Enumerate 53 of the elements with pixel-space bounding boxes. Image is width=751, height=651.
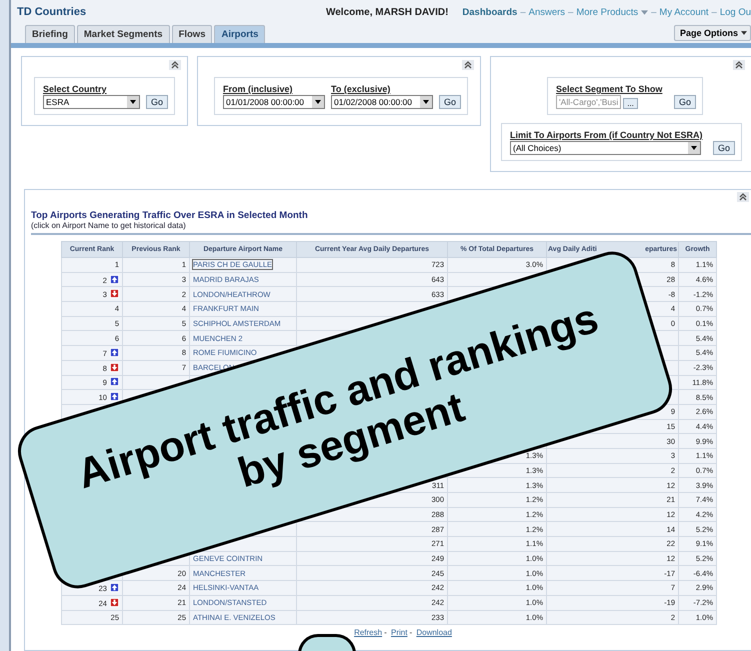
- tab[interactable]: Briefing: [25, 25, 75, 43]
- nav-link[interactable]: Log Ou: [720, 6, 751, 18]
- report-title: Top Airports Generating Traffic Over ESRA in Selected Month: [31, 210, 309, 221]
- go-button[interactable]: Go: [146, 95, 168, 109]
- nav-link[interactable]: Dashboards: [462, 6, 518, 18]
- down-arrow-icon: [110, 362, 119, 372]
- collapse-icon[interactable]: [462, 60, 474, 70]
- caret-icon: [741, 31, 747, 35]
- report-subtitle: (click on Airport Name to get historical data): [31, 221, 187, 230]
- separator: –: [712, 6, 717, 18]
- footer-link[interactable]: Refresh: [354, 628, 382, 638]
- dropdown[interactable]: (All Choices): [510, 141, 702, 155]
- footer-link[interactable]: Download: [416, 628, 452, 638]
- up-arrow-icon: [110, 392, 119, 402]
- caret-icon: [641, 10, 648, 14]
- nav-link[interactable]: More Products: [576, 6, 638, 18]
- nav-link[interactable]: Answers: [528, 6, 566, 18]
- footer-link[interactable]: Print: [390, 628, 408, 638]
- tab[interactable]: Airports: [214, 25, 266, 43]
- prompt-label: Select Segment To Show: [556, 84, 664, 94]
- separator: –: [568, 6, 574, 18]
- tab[interactable]: Flows: [172, 25, 212, 43]
- up-arrow-icon: [110, 377, 119, 386]
- welcome-text: Welcome, MARSH DAVID!: [326, 6, 448, 18]
- up-arrow-icon: [110, 348, 119, 357]
- go-button[interactable]: Go: [674, 95, 696, 109]
- dropdown[interactable]: ESRA: [43, 95, 140, 109]
- prompt-label: Select Country: [43, 84, 108, 94]
- prompt-label: From (inclusive): [223, 84, 294, 94]
- nav-link[interactable]: My Account: [659, 6, 709, 18]
- prompt-label: Limit To Airports From (if Country Not ESRA): [510, 130, 704, 140]
- down-arrow-icon: [110, 289, 119, 298]
- up-arrow-icon: [110, 274, 119, 284]
- separator: -: [409, 628, 412, 638]
- tab[interactable]: Market Segments: [76, 25, 170, 43]
- go-button[interactable]: Go: [713, 141, 736, 155]
- up-arrow-icon: [110, 582, 119, 592]
- callout-shape: [298, 634, 356, 651]
- dropdown[interactable]: 01/02/2008 00:00:00: [331, 95, 434, 109]
- collapse-icon[interactable]: [737, 192, 749, 202]
- browse-button[interactable]: ...: [623, 98, 638, 109]
- separator: -: [384, 628, 387, 638]
- dashboard-title: TD Countries: [17, 6, 88, 18]
- prompt-label: To (exclusive): [331, 84, 392, 94]
- segment-field[interactable]: 'All-Cargo','Busi: [556, 95, 622, 109]
- separator: –: [651, 6, 656, 18]
- dropdown[interactable]: 01/01/2008 00:00:00: [223, 95, 326, 109]
- separator: –: [520, 6, 526, 18]
- down-arrow-icon: [110, 598, 119, 607]
- collapse-icon[interactable]: [169, 60, 182, 70]
- page-options-button[interactable]: Page Options: [674, 25, 751, 41]
- collapse-icon[interactable]: [733, 60, 745, 70]
- go-button[interactable]: Go: [439, 95, 462, 109]
